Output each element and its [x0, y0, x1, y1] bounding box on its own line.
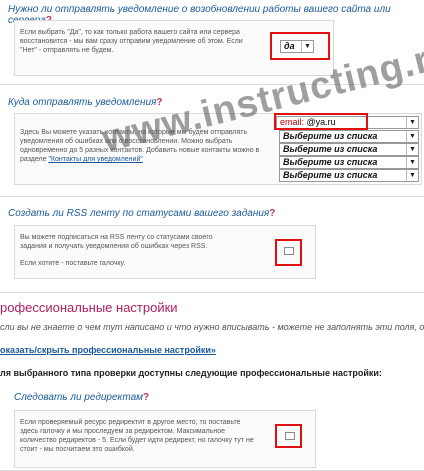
contact-select-3[interactable]: Выберите из списка ▼: [279, 143, 419, 156]
question-redirect-title: Следовать ли редиректам?: [14, 392, 149, 403]
pro-settings-heading: рофессиональные настройки: [0, 300, 178, 315]
separator: [0, 292, 424, 293]
select-value: Выберите из списка: [283, 170, 378, 180]
pro-settings-note: сли вы не знаете о чем тут написано и чт…: [0, 322, 424, 332]
contact-select-5[interactable]: Выберите из списка ▼: [279, 169, 419, 182]
pro-settings-toggle-link[interactable]: оказать/скрыть профессиональные настройк…: [0, 345, 216, 355]
chevron-down-icon: ▼: [406, 117, 418, 128]
highlight-frame: [275, 239, 302, 266]
highlight-frame: [270, 32, 330, 60]
question-redirect-desc: Если проверяемый ресурс редиректит в дру…: [20, 419, 254, 453]
select-value: Выберите из списка: [283, 144, 378, 154]
help-mark[interactable]: ?: [269, 208, 275, 219]
contact-select-4[interactable]: Выберите из списка ▼: [279, 156, 419, 169]
highlight-frame: [275, 424, 302, 448]
select-value: Выберите из списка: [283, 157, 378, 167]
chevron-down-icon: ▼: [406, 170, 418, 181]
contacts-link[interactable]: "Контакты для уведомлений": [48, 156, 142, 163]
chevron-down-icon: ▼: [406, 157, 418, 168]
help-mark[interactable]: ?: [143, 392, 149, 403]
question-title-text: Создать ли RSS ленту по статусами вашего…: [8, 208, 270, 219]
question-title-text: Куда отправлять уведомления: [8, 97, 157, 108]
question-rss-desc: Вы можете подписаться на RSS ленту со ст…: [20, 234, 213, 250]
question-rss-title: Создать ли RSS ленту по статусами вашего…: [8, 208, 275, 219]
select-value: Выберите из списка: [283, 131, 378, 141]
chevron-down-icon: ▼: [406, 131, 418, 142]
question-notify-target-title: Куда отправлять уведомления?: [8, 97, 163, 108]
separator: [0, 196, 424, 197]
contact-select-2[interactable]: Выберите из списка ▼: [279, 130, 419, 143]
chevron-down-icon: ▼: [406, 144, 418, 155]
question-resume-notify-desc: Если выбрать "Да", то как только работа …: [20, 29, 243, 54]
pro-settings-subheading: ля выбранного типа проверки доступны сле…: [0, 368, 382, 378]
question-rss-hint: Если хотите - поставьте галочку.: [20, 260, 126, 267]
question-title-text: Следовать ли редиректам: [14, 392, 143, 403]
